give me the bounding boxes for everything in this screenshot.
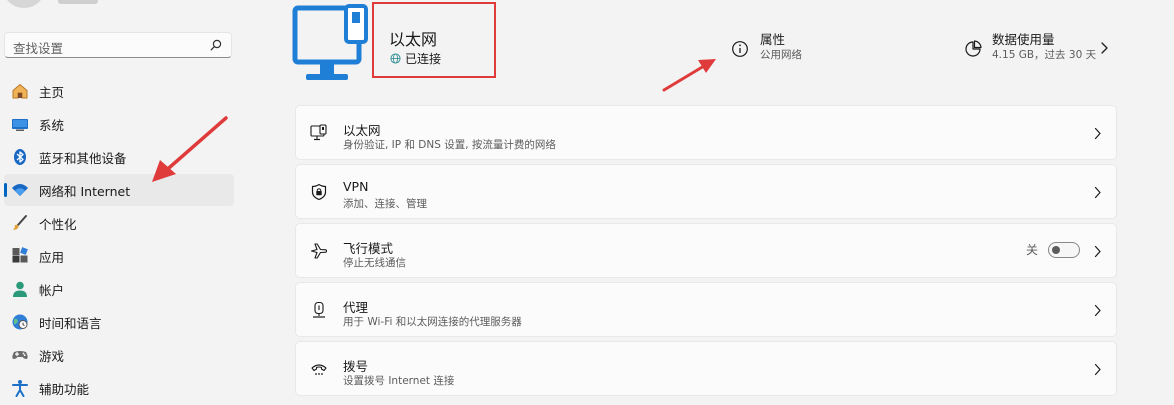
card-airplane-mode[interactable]: 飞行模式 停止无线通信 关 xyxy=(295,223,1117,278)
sidebar-item-label: 个性化 xyxy=(39,216,77,232)
vpn-shield-icon xyxy=(311,183,327,201)
globe-clock-icon xyxy=(11,313,29,331)
card-proxy[interactable]: 代理 用于 Wi-Fi 和以太网连接的代理服务器 xyxy=(295,282,1117,337)
chevron-right-icon xyxy=(1094,245,1101,258)
properties-link[interactable]: 属性 公用网络 xyxy=(731,32,802,63)
ethernet-monitor-icon xyxy=(292,4,368,80)
sidebar-item-apps[interactable]: 应用 xyxy=(4,240,234,272)
card-ethernet[interactable]: 以太网 身份验证, IP 和 DNS 设置, 按流量计费的网络 xyxy=(295,105,1117,160)
toggle-state-label: 关 xyxy=(1025,243,1038,257)
card-subtitle: 添加、连接、管理 xyxy=(343,198,427,210)
settings-window: 查找设置 主页 系统 蓝牙和其他设备 网络和 Internet 个性化 应用 帐… xyxy=(0,0,1174,400)
sidebar-item-home[interactable]: 主页 xyxy=(4,75,234,107)
home-icon xyxy=(11,82,29,100)
search-box[interactable]: 查找设置 xyxy=(4,32,232,58)
bluetooth-icon xyxy=(11,148,29,166)
card-dialup[interactable]: 拨号 设置拨号 Internet 连接 xyxy=(295,341,1117,396)
selection-indicator xyxy=(4,183,7,197)
avatar[interactable] xyxy=(2,0,46,8)
card-subtitle: 用于 Wi-Fi 和以太网连接的代理服务器 xyxy=(343,316,522,328)
card-subtitle: 身份验证, IP 和 DNS 设置, 按流量计费的网络 xyxy=(343,139,556,151)
sidebar-item-label: 游戏 xyxy=(39,348,65,364)
connection-status: 已连接 xyxy=(390,50,441,67)
sidebar-item-accounts[interactable]: 帐户 xyxy=(4,273,234,305)
pie-chart-icon xyxy=(965,40,982,57)
airplane-icon xyxy=(310,243,328,259)
card-title: VPN xyxy=(343,179,369,194)
sidebar-item-label: 系统 xyxy=(39,117,65,133)
annotation-arrow-icon xyxy=(662,59,716,92)
globe-icon xyxy=(390,53,401,64)
account-name-fragment xyxy=(58,0,98,4)
card-subtitle: 设置拨号 Internet 连接 xyxy=(343,375,455,387)
data-usage-subtitle: 4.15 GB，过去 30 天 xyxy=(992,49,1097,61)
sidebar-item-label: 帐户 xyxy=(39,282,65,298)
proxy-icon xyxy=(313,301,325,318)
sidebar-item-personalization[interactable]: 个性化 xyxy=(4,207,234,239)
account-icon xyxy=(11,280,29,298)
airplane-mode-toggle-group: 关 xyxy=(1026,241,1080,258)
toggle-knob xyxy=(1052,245,1060,254)
properties-title: 属性 xyxy=(760,32,786,47)
sidebar-item-label: 辅助功能 xyxy=(39,381,90,397)
chevron-right-icon xyxy=(1094,186,1101,199)
gamepad-icon xyxy=(11,346,29,364)
sidebar-item-label: 主页 xyxy=(39,84,65,100)
sidebar-item-label: 应用 xyxy=(39,249,65,265)
system-icon xyxy=(11,115,29,133)
accessibility-icon xyxy=(11,379,29,397)
card-subtitle: 停止无线通信 xyxy=(343,257,406,269)
info-icon xyxy=(732,41,748,57)
page-title: 以太网 xyxy=(389,30,438,49)
sidebar-item-time-language[interactable]: 时间和语言 xyxy=(4,306,234,338)
data-usage-title: 数据使用量 xyxy=(992,32,1055,47)
wifi-icon xyxy=(11,181,29,199)
ethernet-icon xyxy=(310,124,327,141)
sidebar-item-gaming[interactable]: 游戏 xyxy=(4,339,234,371)
chevron-right-icon xyxy=(1094,363,1101,376)
data-usage-link[interactable]: 数据使用量 4.15 GB，过去 30 天 xyxy=(964,32,1096,63)
search-input[interactable]: 查找设置 xyxy=(13,38,63,57)
dialup-icon xyxy=(311,364,327,375)
card-vpn[interactable]: VPN 添加、连接、管理 xyxy=(295,164,1117,219)
chevron-right-icon xyxy=(1094,304,1101,317)
brush-icon xyxy=(11,214,29,232)
sidebar-item-label: 网络和 Internet xyxy=(39,183,131,199)
apps-icon xyxy=(11,247,29,265)
airplane-mode-toggle[interactable] xyxy=(1048,241,1080,258)
search-icon xyxy=(210,39,222,51)
sidebar: 查找设置 主页 系统 蓝牙和其他设备 网络和 Internet 个性化 应用 帐… xyxy=(0,0,250,400)
settings-cards: 以太网 身份验证, IP 和 DNS 设置, 按流量计费的网络 VPN 添加、连… xyxy=(295,105,1117,400)
sidebar-item-label: 时间和语言 xyxy=(39,315,102,331)
chevron-right-icon xyxy=(1094,127,1101,140)
annotation-arrow-icon xyxy=(152,116,228,182)
sidebar-item-label: 蓝牙和其他设备 xyxy=(39,150,127,166)
connection-status-text: 已连接 xyxy=(405,52,442,66)
properties-subtitle: 公用网络 xyxy=(760,49,802,61)
sidebar-item-accessibility[interactable]: 辅助功能 xyxy=(4,372,234,404)
chevron-right-icon[interactable] xyxy=(1099,41,1109,55)
